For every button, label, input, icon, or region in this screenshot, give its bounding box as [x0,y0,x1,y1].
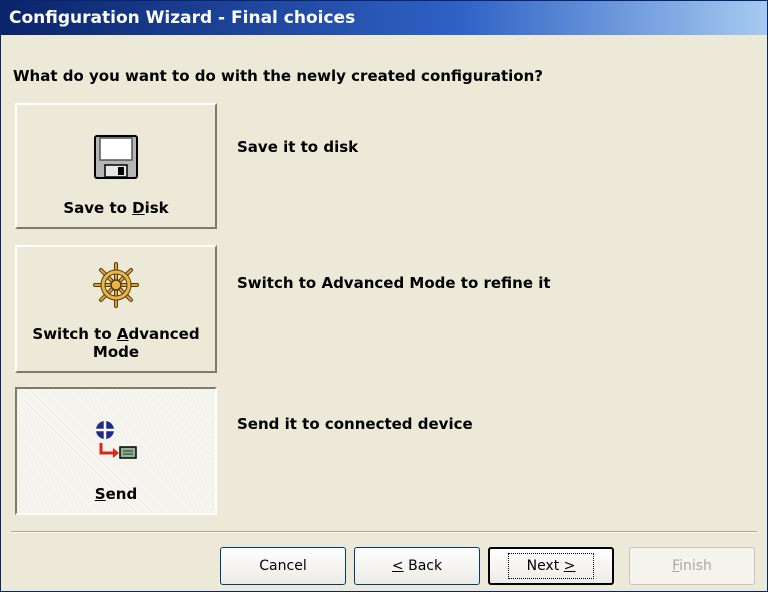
ship-wheel-icon [92,261,140,313]
cancel-button[interactable]: Cancel [220,547,346,585]
cancel-label: Cancel [259,558,307,574]
save-to-disk-description: Save it to disk [237,138,359,156]
switch-to-advanced-mode-button[interactable]: Switch to Advanced Mode [15,245,217,373]
title-bar[interactable]: Configuration Wizard - Final choices [1,1,767,35]
save-to-disk-label: Save to Disk [63,199,169,217]
floppy-disk-icon [94,135,138,183]
next-label: Next > [507,553,595,579]
finish-button: Finish [629,547,755,585]
finish-label: Finish [672,558,712,574]
back-button[interactable]: < Back [354,547,480,585]
save-to-disk-button[interactable]: Save to Disk [15,103,217,229]
switch-to-advanced-mode-description: Switch to Advanced Mode to refine it [237,274,551,292]
send-label: Send [94,485,138,503]
send-description: Send it to connected device [237,415,473,433]
next-button[interactable]: Next > [488,547,614,585]
back-label: < Back [391,558,443,574]
wizard-window: Configuration Wizard - Final choices Wha… [0,0,768,592]
send-button[interactable]: Send [15,387,217,515]
send-to-device-icon [93,419,139,469]
footer-separator [11,531,757,533]
question-label: What do you want to do with the newly cr… [13,67,543,85]
window-title: Configuration Wizard - Final choices [9,8,356,28]
switch-to-advanced-mode-label: Switch to Advanced Mode [32,325,200,361]
